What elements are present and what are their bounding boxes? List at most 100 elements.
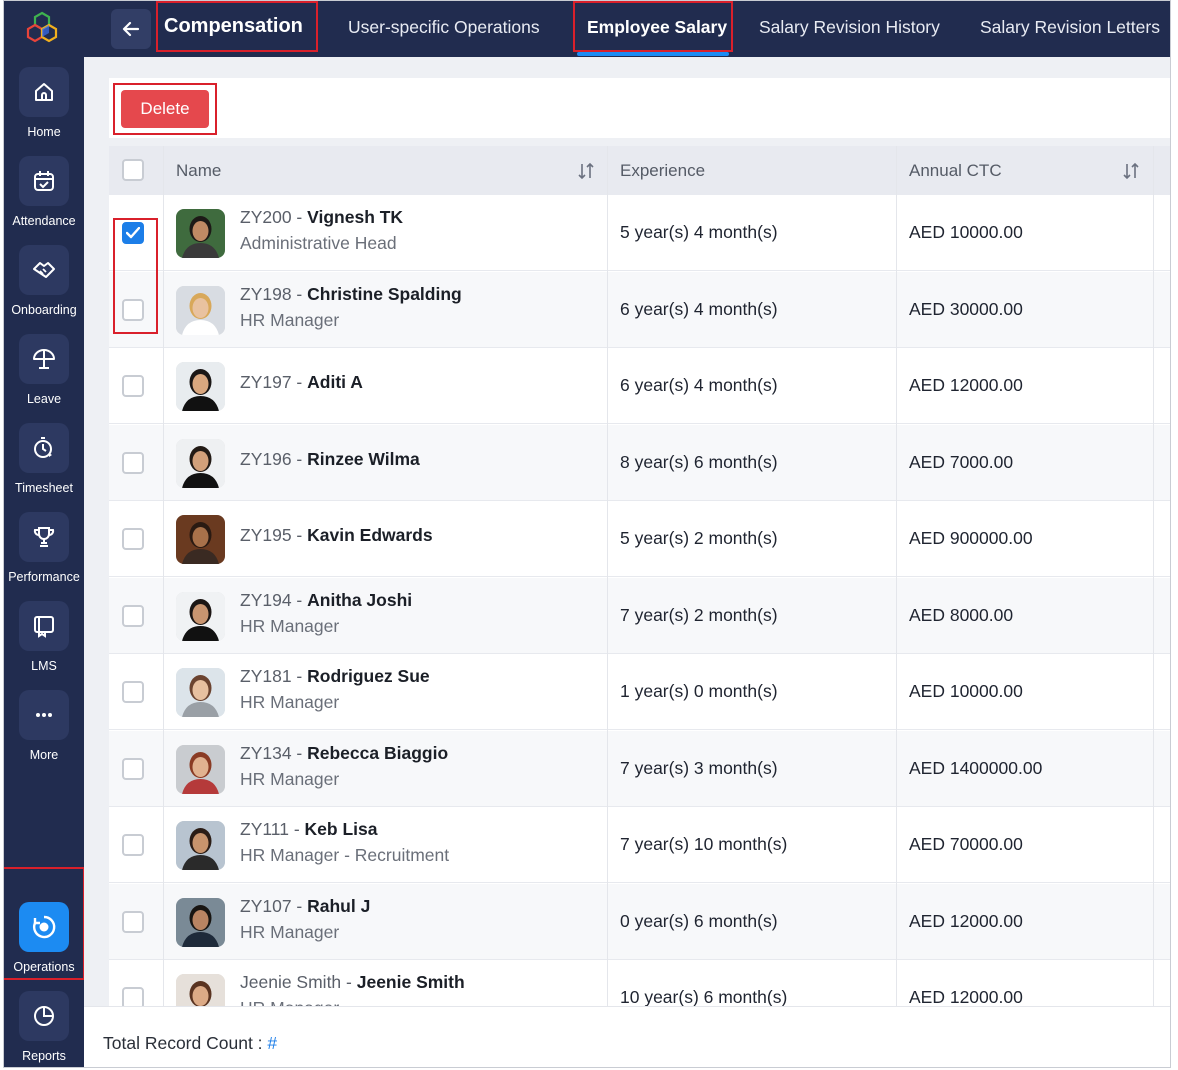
employee-id-name[interactable]: ZY134 - Rebecca Biaggio (240, 743, 448, 764)
tab-salary-revision-history[interactable]: Salary Revision History (759, 17, 940, 38)
sidebar-item-home[interactable]: Home (4, 67, 84, 156)
employee-id: ZY196 (240, 449, 292, 469)
table-row[interactable]: ZY197 - Aditi A 6 year(s) 4 month(s) AED 1… (109, 348, 1170, 424)
sidebar-item-leave[interactable]: Leave (4, 334, 84, 423)
tab-salary-revision-letters[interactable]: Salary Revision Letters (980, 17, 1160, 38)
app-window: Home Attendance Onboarding Leave Timeshe (3, 0, 1171, 1068)
employee-id-name[interactable]: ZY196 - Rinzee Wilma (240, 449, 420, 470)
select-all-checkbox[interactable] (122, 159, 144, 181)
row-checkbox[interactable] (122, 987, 144, 1006)
table-row[interactable]: ZY200 - Vignesh TK Administrative Head 5 y… (109, 195, 1170, 271)
sidebar-item-operations[interactable]: Operations (4, 902, 84, 991)
table-row[interactable]: ZY196 - Rinzee Wilma 8 year(s) 6 month(s)… (109, 425, 1170, 501)
employee-id-name[interactable]: Jeenie Smith - Jeenie Smith (240, 972, 465, 993)
sidebar-item-onboarding[interactable]: Onboarding (4, 245, 84, 334)
avatar (176, 745, 225, 794)
separator: - (291, 207, 308, 227)
employee-id: ZY197 (240, 372, 292, 392)
tab-user-specific-operations[interactable]: User-specific Operations (348, 17, 540, 38)
table-row[interactable]: ZY194 - Anitha Joshi HR Manager 7 year(s) … (109, 578, 1170, 654)
row-checkbox[interactable] (122, 299, 144, 321)
employee-id: ZY134 (240, 743, 292, 763)
sidebar-item-attendance[interactable]: Attendance (4, 156, 84, 245)
lms-icon (19, 601, 69, 651)
sidebar-item-reports[interactable]: Reports (4, 991, 84, 1067)
arrow-left-icon (122, 21, 140, 37)
avatar (176, 439, 225, 488)
employee-id-name[interactable]: ZY111 - Keb Lisa (240, 819, 377, 840)
column-header-name[interactable]: Name (176, 146, 221, 195)
row-checkbox[interactable] (122, 605, 144, 627)
sidebar-item-more[interactable]: More (4, 690, 84, 779)
employee-id-name[interactable]: ZY194 - Anitha Joshi (240, 590, 412, 611)
timer-icon (19, 423, 69, 473)
sidebar-item-label: Reports (22, 1049, 66, 1063)
employee-id-name[interactable]: ZY200 - Vignesh TK (240, 207, 403, 228)
row-checkbox[interactable] (122, 911, 144, 933)
row-checkbox[interactable] (122, 758, 144, 780)
experience-cell: 7 year(s) 2 month(s) (620, 605, 778, 625)
column-header-annual-ctc[interactable]: Annual CTC (909, 146, 1002, 195)
sidebar-item-performance[interactable]: Performance (4, 512, 84, 601)
more-dots-icon (19, 690, 69, 740)
table-row[interactable]: Jeenie Smith - Jeenie Smith HR Manager 10 … (109, 960, 1170, 1006)
main-content: Delete Name Experience Annual CTC ZY200 … (84, 57, 1170, 1067)
employee-id: ZY200 (240, 207, 292, 227)
table-header: Name Experience Annual CTC (109, 146, 1170, 195)
home-icon (19, 67, 69, 117)
experience-cell: 6 year(s) 4 month(s) (620, 299, 778, 319)
sort-icon[interactable] (1122, 161, 1140, 181)
sidebar-item-label: Onboarding (11, 303, 77, 317)
sidebar-item-timesheet[interactable]: Timesheet (4, 423, 84, 512)
tab-employee-salary[interactable]: Employee Salary (587, 17, 727, 38)
experience-cell: 0 year(s) 6 month(s) (620, 911, 778, 931)
employee-id: ZY195 (240, 525, 292, 545)
column-divider (607, 146, 608, 1006)
annual-ctc-cell: AED 12000.00 (909, 375, 1023, 395)
sidebar-item-lms[interactable]: LMS (4, 601, 84, 690)
separator: - (291, 372, 308, 392)
page-title: Compensation (164, 15, 303, 37)
employee-name: Aditi A (307, 372, 363, 392)
employee-id-name[interactable]: ZY181 - Rodriguez Sue (240, 666, 430, 687)
table-row[interactable]: ZY134 - Rebecca Biaggio HR Manager 7 year(… (109, 731, 1170, 807)
row-checkbox[interactable] (122, 528, 144, 550)
row-checkbox[interactable] (122, 681, 144, 703)
back-button[interactable] (111, 9, 151, 49)
employee-id-name[interactable]: ZY107 - Rahul J (240, 896, 370, 917)
avatar (176, 362, 225, 411)
sidebar-item-label: Operations (13, 960, 75, 974)
table-row[interactable]: ZY111 - Keb Lisa HR Manager - Recruitment… (109, 807, 1170, 883)
row-checkbox[interactable] (122, 222, 144, 244)
column-header-experience[interactable]: Experience (620, 146, 705, 195)
table-row[interactable]: ZY198 - Christine Spalding HR Manager 6 ye… (109, 272, 1170, 348)
delete-button[interactable]: Delete (121, 90, 209, 128)
employee-id: ZY111 (240, 819, 289, 839)
employee-id-name[interactable]: ZY197 - Aditi A (240, 372, 363, 393)
total-record-count-value[interactable]: # (267, 1033, 277, 1053)
separator: - (341, 972, 357, 992)
employee-id-name[interactable]: ZY198 - Christine Spalding (240, 284, 462, 305)
separator: - (291, 743, 308, 763)
employee-name: Anitha Joshi (307, 590, 413, 610)
employee-salary-table: Name Experience Annual CTC ZY200 - Vigne… (109, 146, 1170, 1006)
table-row[interactable]: ZY181 - Rodriguez Sue HR Manager 1 year(s)… (109, 654, 1170, 730)
table-row[interactable]: ZY195 - Kavin Edwards 5 year(s) 2 month(s… (109, 501, 1170, 577)
annual-ctc-cell: AED 12000.00 (909, 987, 1023, 1006)
sort-icon[interactable] (577, 161, 595, 181)
annual-ctc-cell: AED 1400000.00 (909, 758, 1043, 778)
avatar (176, 668, 225, 717)
row-checkbox[interactable] (122, 452, 144, 474)
calendar-check-icon (19, 156, 69, 206)
employee-role: HR Manager - Recruitment (240, 845, 450, 865)
separator: - (291, 590, 308, 610)
row-checkbox[interactable] (122, 834, 144, 856)
column-divider (896, 146, 897, 1006)
pie-chart-icon (19, 991, 69, 1041)
annual-ctc-cell: AED 10000.00 (909, 681, 1023, 701)
row-checkbox[interactable] (122, 375, 144, 397)
check-icon (126, 227, 140, 239)
employee-id-name[interactable]: ZY195 - Kavin Edwards (240, 525, 433, 546)
employee-name: Rodriguez Sue (307, 666, 430, 686)
table-row[interactable]: ZY107 - Rahul J HR Manager 0 year(s) 6 mon… (109, 884, 1170, 960)
